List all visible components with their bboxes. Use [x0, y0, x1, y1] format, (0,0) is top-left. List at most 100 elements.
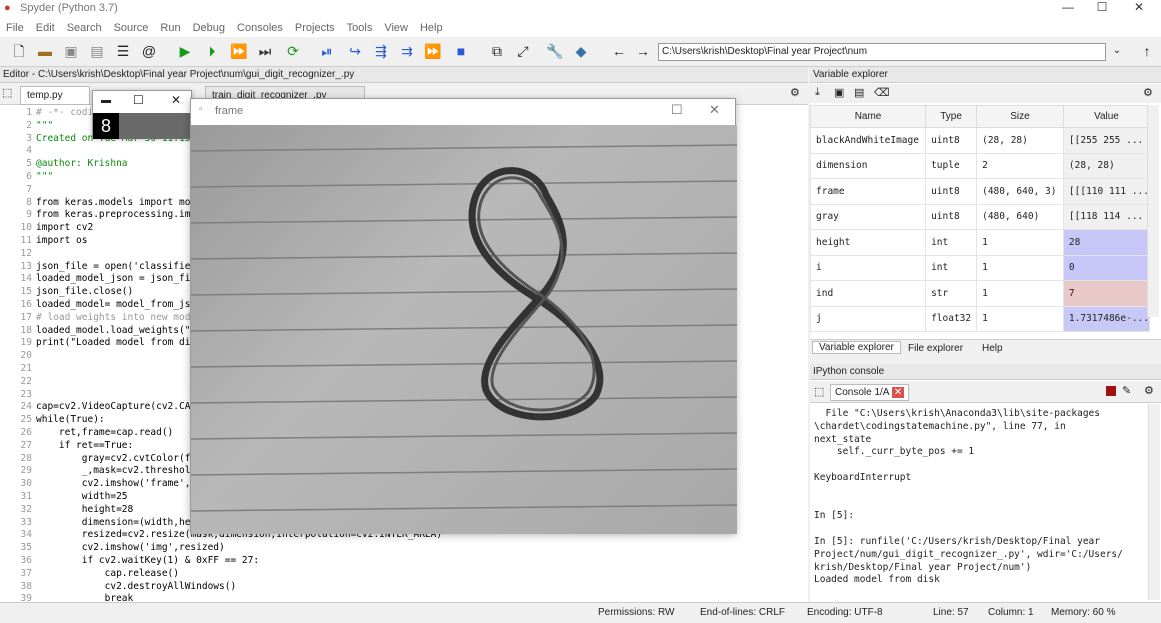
- step-into-icon[interactable]: ⇶: [372, 42, 390, 60]
- frame-window[interactable]: ▫ frame ☐ ✕: [190, 98, 737, 534]
- code-line[interactable]: while(True):: [36, 414, 105, 425]
- console-output[interactable]: File "C:\Users\krish\Anaconda3\lib\site-…: [814, 408, 1150, 587]
- continue-icon[interactable]: ⏩: [424, 42, 442, 60]
- code-line[interactable]: cap.release(): [36, 568, 179, 579]
- column-header-name[interactable]: Name: [809, 105, 927, 128]
- parent-dir-icon[interactable]: ↑: [1138, 42, 1156, 60]
- line-number: 10: [20, 222, 32, 234]
- at-icon[interactable]: @: [140, 42, 158, 60]
- save-data-as-icon[interactable]: ▤: [854, 86, 864, 99]
- fullscreen-icon[interactable]: ⤢: [514, 42, 532, 60]
- maximize-icon[interactable]: ☐: [671, 102, 683, 118]
- variable-row[interactable]: ind str 1 7: [809, 280, 1151, 307]
- code-line[interactable]: json_file.close(): [36, 286, 133, 297]
- variable-row[interactable]: height int 1 28: [809, 229, 1151, 256]
- column-header-type[interactable]: Type: [925, 105, 978, 128]
- code-line[interactable]: import os: [36, 235, 87, 246]
- save-all-icon[interactable]: ▤: [88, 42, 106, 60]
- options-gear-icon[interactable]: ⚙: [1143, 86, 1153, 99]
- code-line[interactable]: """: [36, 120, 53, 131]
- line-number: 36: [20, 555, 32, 566]
- new-file-icon[interactable]: 🗋: [10, 42, 28, 60]
- working-directory-field[interactable]: C:\Users\krish\Desktop\Final year Projec…: [658, 43, 1106, 61]
- browse-folder-icon[interactable]: [1108, 42, 1126, 60]
- variable-name: i: [809, 254, 927, 281]
- code-line[interactable]: width=25: [36, 491, 128, 502]
- variable-scrollbar[interactable]: [1147, 105, 1159, 317]
- maximize-pane-icon[interactable]: ⧉: [488, 42, 506, 60]
- python-path-icon[interactable]: ◆: [572, 42, 590, 60]
- list-icon[interactable]: ☰: [114, 42, 132, 60]
- run-cell-icon[interactable]: ⏵: [203, 42, 221, 60]
- menu-search[interactable]: Search: [61, 20, 108, 37]
- options-gear-icon[interactable]: ⚙: [1144, 384, 1154, 397]
- close-tab-icon[interactable]: ✕: [891, 387, 905, 398]
- debug-icon[interactable]: ⏯: [318, 42, 336, 60]
- back-arrow-icon[interactable]: ←: [610, 42, 628, 60]
- tab-variable-explorer[interactable]: Variable explorer: [812, 341, 901, 354]
- erase-icon[interactable]: ⌫: [874, 86, 890, 99]
- code-line[interactable]: if ret==True:: [36, 440, 133, 451]
- gear-icon[interactable]: ⚙: [790, 86, 800, 99]
- menu-tools[interactable]: Tools: [341, 20, 379, 37]
- tab-file-explorer[interactable]: File explorer: [908, 343, 963, 354]
- stop-kernel-icon[interactable]: [1106, 386, 1116, 396]
- menu-source[interactable]: Source: [108, 20, 155, 37]
- save-icon[interactable]: ▣: [62, 42, 80, 60]
- code-line[interactable]: @author: Krishna: [36, 158, 128, 169]
- code-line[interactable]: cv2.imshow('img',resized): [36, 542, 225, 553]
- minimize-icon[interactable]: —: [1051, 0, 1085, 14]
- code-line[interactable]: import cv2: [36, 222, 93, 233]
- variable-row[interactable]: dimension tuple 2 (28, 28): [809, 152, 1151, 179]
- code-line[interactable]: height=28: [36, 504, 133, 515]
- step-return-icon[interactable]: ⇉: [398, 42, 416, 60]
- stop-debug-icon[interactable]: ■: [452, 42, 470, 60]
- run-icon[interactable]: ▶: [176, 42, 194, 60]
- line-number: 32: [20, 503, 32, 515]
- close-icon[interactable]: ✕: [1122, 0, 1156, 14]
- step-icon[interactable]: ↪: [346, 42, 364, 60]
- rerun-icon[interactable]: ⟳: [284, 42, 302, 60]
- maximize-icon[interactable]: ☐: [133, 93, 144, 107]
- run-cell-advance-icon[interactable]: ⏩: [230, 42, 248, 60]
- column-header-value[interactable]: Value: [1062, 105, 1151, 128]
- code-line[interactable]: cv2.destroyAllWindows(): [36, 581, 237, 592]
- open-file-icon[interactable]: ▬: [36, 42, 54, 60]
- code-line[interactable]: if cv2.waitKey(1) & 0xFF == 27:: [36, 555, 259, 566]
- variable-row[interactable]: gray uint8 (480, 640) [[118 114 ...: [809, 203, 1151, 230]
- maximize-icon[interactable]: ☐: [1085, 0, 1119, 14]
- column-header-size[interactable]: Size: [976, 105, 1064, 128]
- menu-view[interactable]: View: [378, 20, 414, 37]
- tab-temp[interactable]: temp.py: [20, 86, 90, 105]
- img-window[interactable]: ▬ ☐ ✕ 8: [92, 90, 192, 139]
- menu-consoles[interactable]: Consoles: [231, 20, 289, 37]
- menu-help[interactable]: Help: [414, 20, 449, 37]
- menu-edit[interactable]: Edit: [30, 20, 61, 37]
- run-selection-icon[interactable]: ⏭: [256, 42, 274, 60]
- menu-projects[interactable]: Projects: [289, 20, 341, 37]
- code-line[interactable]: # load weights into new model: [36, 312, 202, 323]
- import-data-icon[interactable]: ⤓: [815, 86, 820, 99]
- code-line[interactable]: """: [36, 171, 53, 182]
- code-line[interactable]: print("Loaded model from disk"): [36, 337, 213, 348]
- menu-run[interactable]: Run: [154, 20, 186, 37]
- tab-help[interactable]: Help: [982, 343, 1003, 354]
- close-icon[interactable]: ✕: [171, 93, 181, 107]
- code-line[interactable]: ret,frame=cap.read(): [36, 427, 173, 438]
- close-icon[interactable]: ✕: [709, 102, 720, 118]
- line-number: 18: [20, 324, 32, 336]
- save-data-icon[interactable]: ▣: [834, 86, 844, 99]
- menu-debug[interactable]: Debug: [187, 20, 231, 37]
- variable-row[interactable]: j float32 1 1.7317486e-...: [809, 305, 1151, 332]
- variable-row[interactable]: i int 1 0: [809, 254, 1151, 281]
- edit-icon[interactable]: ✎: [1122, 384, 1131, 397]
- console-scrollbar[interactable]: [1148, 404, 1160, 600]
- menu-file[interactable]: File: [0, 20, 30, 37]
- preferences-icon[interactable]: 🔧: [546, 42, 564, 60]
- variable-row[interactable]: blackAndWhiteImage uint8 (28, 28) [[255 255…: [809, 127, 1151, 154]
- browse-tabs-icon[interactable]: ⬚: [2, 86, 12, 99]
- forward-arrow-icon[interactable]: →: [634, 42, 652, 60]
- tab-console[interactable]: Console 1/A ✕: [830, 384, 910, 401]
- browse-tabs-icon[interactable]: ⬚: [814, 385, 824, 398]
- variable-row[interactable]: frame uint8 (480, 640, 3) [[[110 111 ...: [809, 178, 1151, 205]
